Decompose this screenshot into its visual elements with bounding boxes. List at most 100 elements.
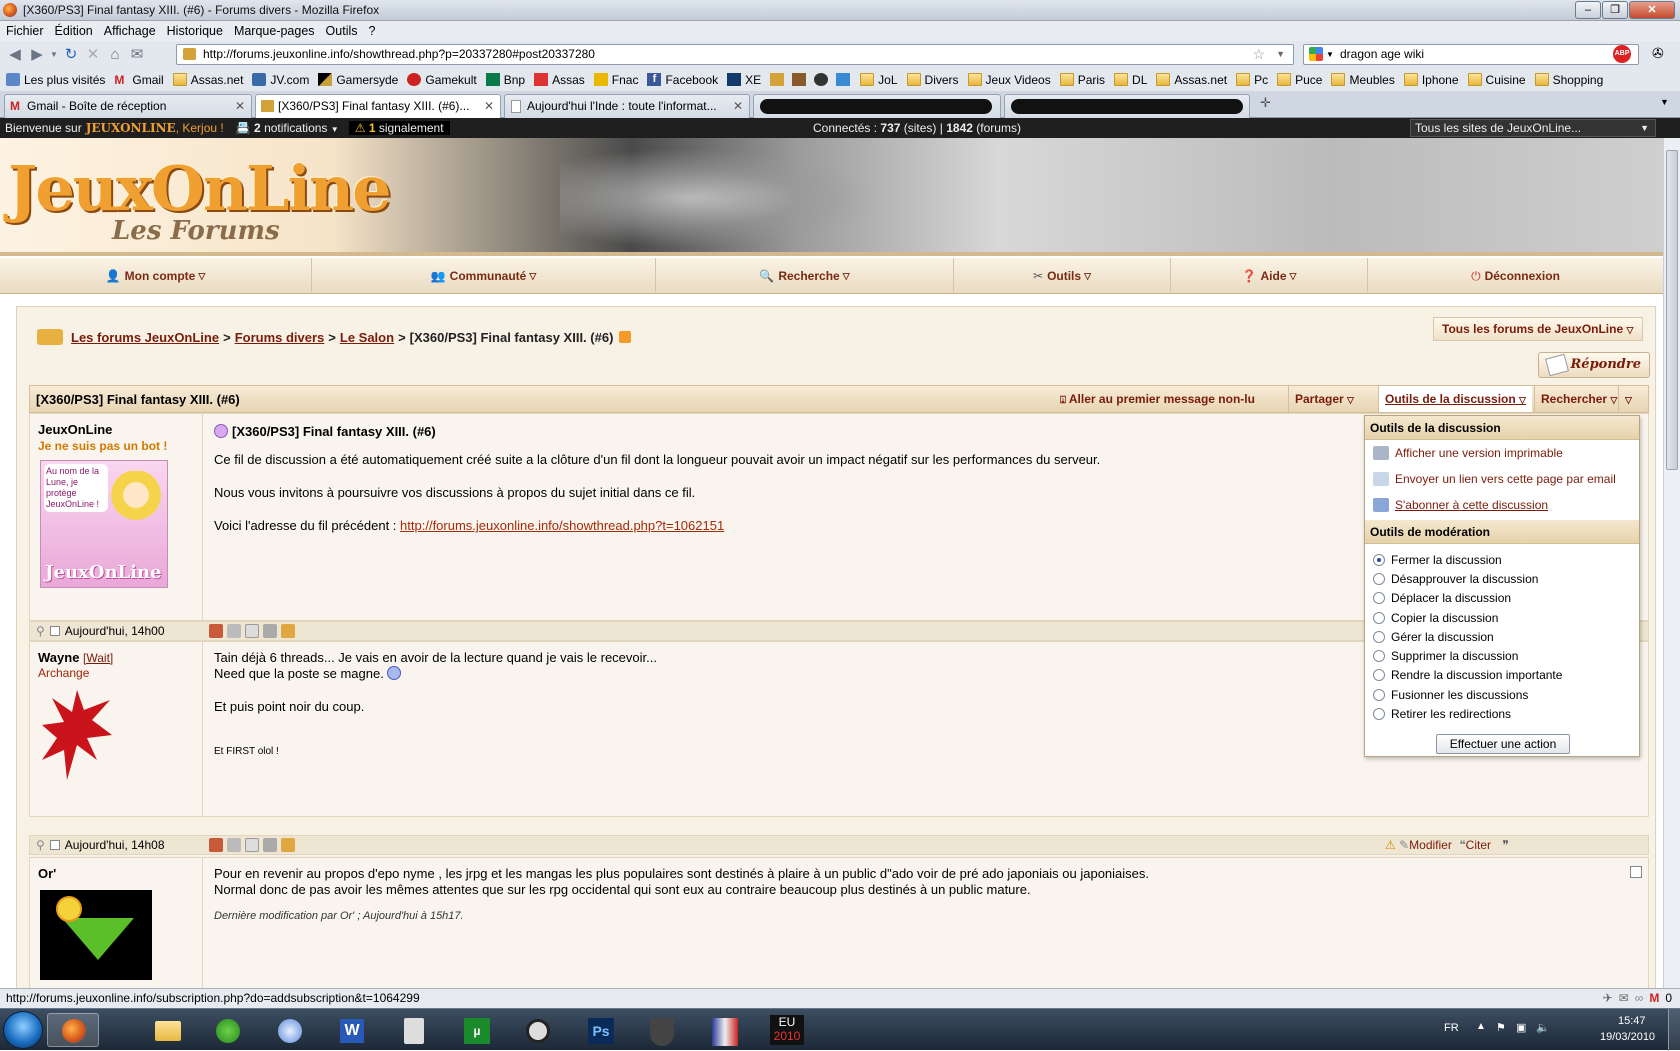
radio-sticky[interactable]: Rendre la discussion importante: [1365, 666, 1639, 685]
mail-icon[interactable]: ✉: [126, 45, 148, 65]
rss-icon[interactable]: [619, 331, 632, 343]
home-icon[interactable]: ⌂: [104, 45, 126, 65]
menu-fichier[interactable]: Fichier: [6, 24, 44, 38]
menu-edition[interactable]: Édition: [55, 24, 93, 38]
new-tab-icon[interactable]: ✛: [1260, 95, 1271, 111]
clock-date[interactable]: 19/03/2010: [1600, 1031, 1655, 1043]
nav-mon-compte[interactable]: 👤 Mon compte ▽: [0, 258, 312, 294]
bookmark-shopping[interactable]: Shopping: [1534, 73, 1603, 87]
menu-marque-pages[interactable]: Marque-pages: [234, 24, 315, 38]
bookmark-cuisine[interactable]: Cuisine: [1467, 73, 1526, 87]
taskbar-utorrent[interactable]: µ: [450, 1013, 502, 1047]
bookmark-bnp[interactable]: Bnp: [485, 73, 525, 87]
phone-icon[interactable]: [262, 838, 277, 852]
adblock-icon[interactable]: ABP: [1613, 45, 1631, 63]
email-link[interactable]: Envoyer un lien vers cette page par emai…: [1365, 466, 1639, 492]
search-thread-menu[interactable]: Rechercher ▽: [1534, 386, 1623, 412]
taskbar-messenger[interactable]: [202, 1013, 254, 1047]
reload-icon[interactable]: ↻: [60, 45, 82, 65]
post-select-checkbox[interactable]: [1630, 866, 1642, 878]
rate-icon[interactable]: [280, 624, 295, 638]
post-checkbox[interactable]: [49, 840, 60, 850]
nav-recherche[interactable]: 🔍 Recherche ▽: [656, 258, 954, 294]
network-icon[interactable]: ▣: [1516, 1021, 1526, 1034]
menu-historique[interactable]: Historique: [167, 24, 223, 38]
bookmark-divers[interactable]: Divers: [906, 73, 959, 87]
radio-button[interactable]: [1373, 592, 1385, 605]
multi-quote-icon[interactable]: ❞: [1502, 838, 1508, 852]
mail-status-icon[interactable]: ✉: [1619, 989, 1629, 1008]
back-icon[interactable]: ◀: [4, 45, 26, 65]
bookmark-most-visited[interactable]: Les plus visités: [6, 73, 105, 87]
taskbar-calculator[interactable]: [388, 1013, 440, 1047]
taskbar-photoshop[interactable]: Ps: [574, 1013, 626, 1047]
post-checkbox[interactable]: [49, 626, 60, 636]
tab-final-fantasy[interactable]: [X360/PS3] Final fantasy XIII. (#6)... ✕: [255, 94, 501, 119]
rate-icon[interactable]: [280, 838, 295, 852]
contact-card-icon[interactable]: [226, 838, 241, 852]
radio-copy[interactable]: Copier la discussion: [1365, 608, 1639, 627]
maximize-button[interactable]: ❐: [1602, 1, 1628, 19]
volume-icon[interactable]: 🔈: [1536, 1021, 1550, 1034]
post-author[interactable]: JeuxOnLine: [38, 422, 112, 437]
nav-aide[interactable]: ❓ Aide ▽: [1171, 258, 1368, 294]
bookmark-assas-net[interactable]: Assas.net: [172, 73, 243, 87]
radio-button[interactable]: [1373, 553, 1385, 566]
email-icon[interactable]: [244, 838, 259, 852]
close-tab-icon[interactable]: ✕: [235, 95, 245, 117]
perform-action-button[interactable]: Effectuer une action: [1436, 734, 1570, 754]
radio-button[interactable]: [1373, 572, 1385, 585]
bookmark-puce[interactable]: Puce: [1277, 73, 1322, 87]
notifications-link[interactable]: 📇 2 notifications ▼: [236, 121, 339, 135]
taskbar-game-2[interactable]: [698, 1013, 750, 1047]
email-icon[interactable]: [244, 624, 259, 638]
language-indicator[interactable]: FR: [1444, 1022, 1459, 1034]
gmail-notifier-icon[interactable]: M: [1649, 989, 1659, 1008]
reports-link[interactable]: ⚠ 1 signalement: [348, 121, 450, 135]
search-input[interactable]: ▼ dragon age wiki ⌕: [1303, 44, 1639, 65]
stop-icon[interactable]: ✕: [82, 45, 104, 65]
url-input[interactable]: http://forums.jeuxonline.info/showthread…: [176, 44, 1294, 65]
collapse-icon[interactable]: ▽: [1618, 386, 1638, 412]
radio-move[interactable]: Déplacer la discussion: [1365, 589, 1639, 608]
bookmark-star-icon[interactable]: ☆: [1252, 45, 1265, 64]
tab-redacted-1[interactable]: [753, 94, 1001, 118]
menu-help[interactable]: ?: [369, 24, 376, 38]
nav-outils[interactable]: ✂ Outils ▽: [954, 258, 1171, 294]
minimize-button[interactable]: –: [1575, 1, 1601, 19]
bookmark-assas-net-2[interactable]: Assas.net: [1156, 73, 1227, 87]
radio-remove-redirects[interactable]: Retirer les redirections: [1365, 704, 1639, 723]
menu-outils[interactable]: Outils: [326, 24, 358, 38]
bookmark-icon-c[interactable]: [814, 73, 832, 86]
radio-button[interactable]: [1373, 650, 1385, 663]
report-warning-icon[interactable]: ⚠: [1385, 838, 1396, 852]
scroll-thumb[interactable]: [1666, 150, 1678, 470]
radio-close[interactable]: Fermer la discussion: [1365, 550, 1639, 569]
phone-icon[interactable]: [262, 624, 277, 638]
tab-list-icon[interactable]: ▼: [1660, 97, 1669, 107]
taskbar-firefox[interactable]: [47, 1013, 99, 1047]
extension-icon[interactable]: ✇: [1652, 45, 1670, 63]
subscribe-link[interactable]: S'abonner à cette discussion: [1365, 492, 1639, 518]
engine-dropdown-icon[interactable]: ▼: [1326, 45, 1334, 64]
previous-thread-link[interactable]: http://forums.jeuxonline.info/showthread…: [400, 518, 724, 533]
post-author[interactable]: Or': [38, 866, 56, 881]
bookmark-jeux-videos[interactable]: Jeux Videos: [967, 73, 1051, 87]
tab-redacted-2[interactable]: [1004, 94, 1250, 118]
close-tab-icon[interactable]: ✕: [733, 95, 743, 117]
bookmark-jvcom[interactable]: JV.com: [252, 73, 309, 87]
taskbar-explorer[interactable]: [141, 1013, 193, 1047]
bookmark-facebook[interactable]: f Facebook: [647, 73, 718, 87]
bookmark-gamekult[interactable]: Gamekult: [407, 73, 477, 87]
first-unread-link[interactable]: ⍗ Aller au premier message non-lu: [1054, 386, 1261, 412]
nav-deconnexion[interactable]: ⏻ Déconnexion: [1368, 258, 1663, 294]
taskbar-itunes[interactable]: [264, 1013, 316, 1047]
bookmark-meubles[interactable]: Meubles: [1331, 73, 1395, 87]
bookmark-paris[interactable]: Paris: [1059, 73, 1105, 87]
tab-inde[interactable]: Aujourd'hui l'Inde : toute l'informat...…: [504, 94, 750, 118]
infinity-icon[interactable]: ∞: [1635, 989, 1644, 1008]
radio-unapprove[interactable]: Désapprouver la discussion: [1365, 569, 1639, 588]
tab-gmail[interactable]: M Gmail - Boîte de réception ✕: [4, 94, 252, 118]
share-menu[interactable]: Partager ▽: [1288, 386, 1360, 412]
taskbar-word[interactable]: W: [326, 1013, 378, 1047]
